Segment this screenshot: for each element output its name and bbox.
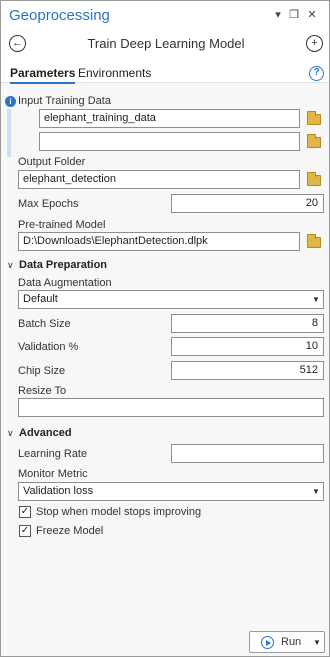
input-training-data-label: Input Training Data	[18, 95, 111, 107]
chevron-down-icon[interactable]: ▼	[312, 487, 320, 496]
advanced-heading[interactable]: Advanced	[19, 427, 72, 439]
resize-to-field[interactable]	[18, 398, 324, 417]
data-augmentation-dropdown[interactable]: Default	[18, 290, 324, 309]
input-training-data-field-1[interactable]: elephant_training_data	[39, 109, 300, 128]
close-window-icon[interactable]: ✕	[305, 8, 319, 21]
add-icon[interactable]: +	[306, 35, 323, 52]
max-epochs-label: Max Epochs	[18, 198, 79, 210]
chip-size-label: Chip Size	[18, 365, 66, 377]
batch-size-label: Batch Size	[18, 318, 71, 330]
back-arrow-icon[interactable]: ←	[9, 35, 26, 52]
tool-title: Train Deep Learning Model	[87, 36, 245, 51]
app-title: Geoprocessing	[9, 7, 110, 24]
data-augmentation-value: Default	[23, 293, 58, 305]
folder-browse-icon[interactable]	[307, 134, 321, 148]
info-icon[interactable]: i	[5, 96, 16, 107]
restore-window-icon[interactable]: ❐	[287, 8, 301, 21]
geoprocessing-pane: Geoprocessing ▾ ❐ ✕ ← Train Deep Learnin…	[0, 0, 330, 657]
learning-rate-field[interactable]	[171, 444, 324, 463]
pretrained-model-field[interactable]: D:\Downloads\ElephantDetection.dlpk	[18, 232, 300, 251]
monitor-metric-value: Validation loss	[23, 485, 94, 497]
stop-improving-label: Stop when model stops improving	[36, 506, 202, 518]
run-button[interactable]: Run ▼	[249, 631, 325, 653]
tab-environments[interactable]: Environments	[78, 66, 151, 80]
collapse-chevron-icon[interactable]: ∨	[7, 260, 14, 271]
data-augmentation-label: Data Augmentation	[18, 277, 112, 289]
batch-size-field[interactable]: 8	[171, 314, 324, 333]
chevron-down-icon[interactable]: ▼	[313, 638, 321, 647]
folder-browse-icon[interactable]	[307, 111, 321, 125]
chevron-down-icon[interactable]: ▼	[312, 295, 320, 304]
monitor-metric-dropdown[interactable]: Validation loss	[18, 482, 324, 501]
validation-label: Validation %	[18, 341, 79, 353]
pin-dropdown-icon[interactable]: ▾	[271, 8, 285, 21]
stop-improving-checkbox[interactable]: ✓	[19, 506, 31, 518]
help-icon[interactable]: ?	[309, 66, 324, 81]
folder-browse-icon[interactable]	[307, 172, 321, 186]
data-preparation-heading[interactable]: Data Preparation	[19, 259, 107, 271]
required-indicator	[7, 109, 11, 157]
run-play-icon	[261, 636, 274, 649]
validation-field[interactable]: 10	[171, 337, 324, 356]
learning-rate-label: Learning Rate	[18, 448, 88, 460]
pretrained-model-label: Pre-trained Model	[18, 219, 106, 231]
run-button-label: Run	[281, 636, 302, 648]
output-folder-field[interactable]: elephant_detection	[18, 170, 300, 189]
output-folder-label: Output Folder	[18, 156, 86, 168]
freeze-model-label: Freeze Model	[36, 525, 104, 537]
tab-parameters[interactable]: Parameters	[10, 66, 76, 84]
folder-browse-icon[interactable]	[307, 234, 321, 248]
input-training-data-field-2[interactable]	[39, 132, 300, 151]
freeze-model-checkbox[interactable]: ✓	[19, 525, 31, 537]
max-epochs-field[interactable]: 20	[171, 194, 324, 213]
monitor-metric-label: Monitor Metric	[18, 468, 88, 480]
resize-to-label: Resize To	[18, 385, 67, 397]
collapse-chevron-icon[interactable]: ∨	[7, 428, 14, 439]
chip-size-field[interactable]: 512	[171, 361, 324, 380]
